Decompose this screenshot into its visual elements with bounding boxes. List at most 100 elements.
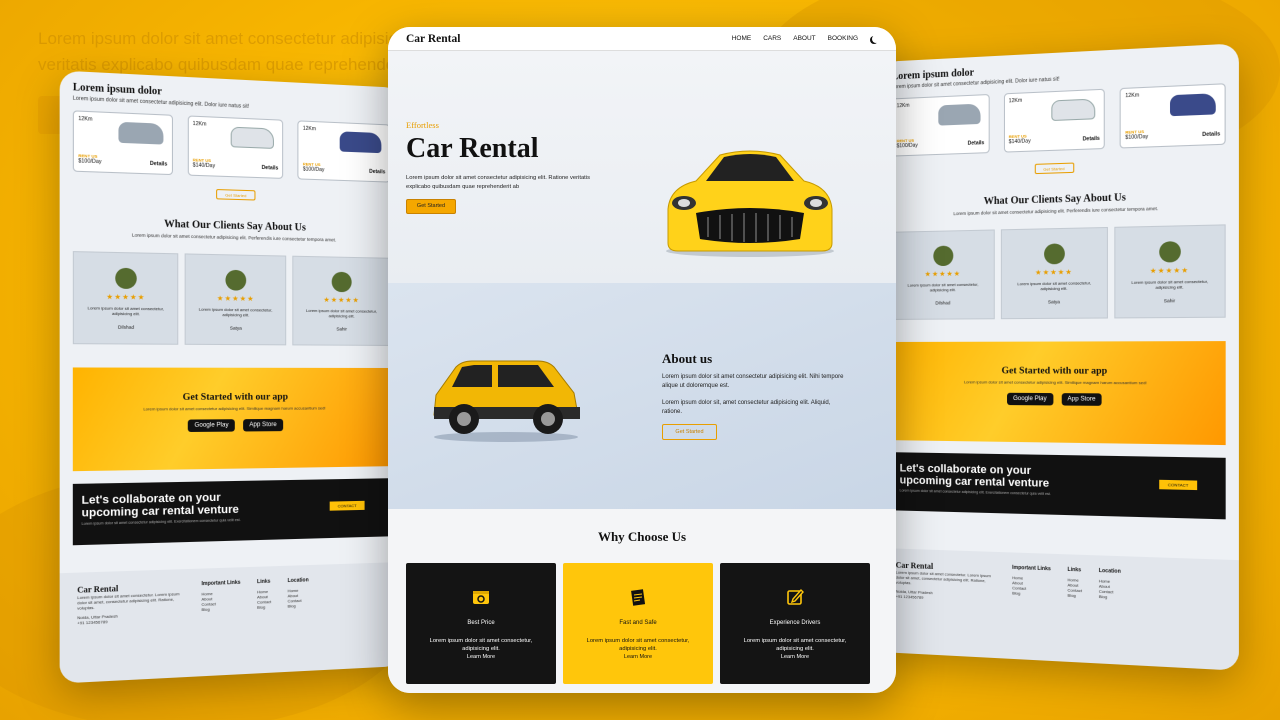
- details-link[interactable]: Details: [1202, 131, 1220, 138]
- about-get-started-button[interactable]: Get Started: [662, 424, 717, 440]
- yellow-suv-image: [433, 360, 580, 442]
- testimonial-card: ★★★★★ Lorem ipsum dolor sit amet consecte…: [891, 229, 995, 320]
- footer-col-title: Important Links: [201, 579, 241, 588]
- wallet-icon: [473, 591, 489, 604]
- nav-cars[interactable]: CARS: [763, 35, 781, 42]
- testimonial-text: Lorem ipsum dolor sit amet consectetur, …: [198, 306, 273, 318]
- nav-about[interactable]: ABOUT: [793, 35, 815, 42]
- car-card[interactable]: 12Km RENT US $140/Day Details: [1003, 88, 1106, 153]
- car-price-value: $100/Day: [78, 158, 102, 166]
- google-play-button[interactable]: Google Play: [1006, 392, 1053, 406]
- contact-button[interactable]: CONTACT: [1159, 479, 1198, 491]
- collab-banner: Let's collaborate on your upcoming car r…: [891, 452, 1226, 520]
- collab-banner: Let's collaborate on your upcoming car r…: [72, 478, 391, 546]
- about-section: About us Lorem ipsum dolor sit amet cons…: [388, 283, 896, 509]
- app-store-button[interactable]: App Store: [243, 418, 283, 432]
- car-price: RENT US $100/Day: [1125, 129, 1148, 141]
- footer-link[interactable]: Blog: [1012, 590, 1051, 597]
- footer-col: Links Home About Contact Blog: [257, 579, 271, 662]
- footer-col-title: Links: [1067, 566, 1082, 574]
- background-headline-line: Lorem ipsum dolor sit amet consectetur a…: [38, 29, 418, 48]
- footer-link[interactable]: Blog: [257, 604, 271, 609]
- details-link[interactable]: Details: [150, 161, 167, 168]
- footer-col: Important Links Home About Contact Blog: [201, 580, 240, 664]
- avatar: [1158, 241, 1181, 263]
- testimonial-text: Lorem ipsum dolor sit amet consectetur, …: [1131, 278, 1209, 290]
- car-card[interactable]: 12Km RENT US $140/Day Details: [187, 115, 284, 179]
- collab-title: Let's collaborate on your upcoming car r…: [899, 462, 1050, 490]
- nav-booking[interactable]: BOOKING: [828, 35, 858, 42]
- details-link[interactable]: Details: [369, 169, 385, 176]
- car-card[interactable]: 12Km RENT US $100/Day Details: [1119, 83, 1226, 149]
- suv-icon: [1170, 93, 1216, 117]
- about-title: About us: [662, 351, 713, 366]
- yellow-sports-car-image: [666, 150, 834, 257]
- details-link[interactable]: Details: [262, 165, 279, 172]
- footer-brand-col: Car Rental Lorem ipsum dolor sit amet co…: [77, 582, 184, 670]
- feature-title: Fast and Safe: [619, 620, 657, 626]
- testimonials: ★★★★★ Lorem ipsum dolor sit amet consecte…: [880, 209, 1239, 320]
- testimonial-text: Lorem ipsum dolor sit amet consectetur, …: [907, 281, 979, 293]
- hero-text: Lorem ipsum dolor sit amet consectetur a…: [406, 175, 590, 190]
- details-link[interactable]: Details: [1083, 136, 1100, 143]
- hero-get-started-button[interactable]: Get Started: [406, 199, 456, 214]
- car-price: RENT US $140/Day: [193, 157, 215, 169]
- testimonial-name: Dilshad: [935, 300, 951, 306]
- main-preview-page: Car Rental HOME CARS ABOUT BOOKING Effor…: [388, 27, 896, 693]
- app-title: Get Started with our app: [1001, 366, 1108, 377]
- testimonial-name: Sahir: [336, 326, 347, 332]
- car-card[interactable]: 12Km RENT US $100/Day Details: [297, 120, 391, 183]
- google-play-button[interactable]: Google Play: [188, 419, 235, 433]
- avatar: [331, 271, 352, 293]
- car-card[interactable]: 12Km RENT US $100/Day Details: [891, 94, 990, 157]
- feature-title: Best Price: [467, 620, 495, 626]
- testimonial-card: ★★★★★ Lorem ipsum dolor sit amet consecte…: [1114, 224, 1226, 319]
- background-headline: Lorem ipsum dolor sit amet consectetur a…: [38, 26, 418, 78]
- feature-title: Experience Drivers: [769, 620, 821, 626]
- footer-brand-text: Lorem ipsum dolor sit amet consectetur. …: [895, 569, 991, 586]
- car-price: RENT US $100/Day: [303, 161, 325, 173]
- avatar: [115, 267, 137, 290]
- footer-link[interactable]: Blog: [1067, 593, 1081, 599]
- feature-text: Lorem ipsum dolor sit amet consectetur, …: [429, 638, 533, 652]
- footer: Car Rental Lorem ipsum dolor sit amet co…: [880, 548, 1239, 671]
- details-link[interactable]: Details: [968, 140, 985, 147]
- footer-link[interactable]: Blog: [288, 603, 309, 608]
- footer-col-title: Important Links: [1012, 564, 1051, 573]
- footer-link[interactable]: Blog: [1099, 594, 1121, 600]
- car-price: RENT US $140/Day: [1009, 133, 1031, 145]
- star-rating: ★★★★★: [216, 295, 255, 304]
- app-store-button[interactable]: App Store: [1061, 393, 1102, 406]
- learn-more-link[interactable]: Learn More: [720, 654, 870, 660]
- footer-link[interactable]: Blog: [201, 605, 240, 613]
- feature-card[interactable]: Experience Drivers Lorem ipsum dolor sit…: [720, 563, 870, 684]
- why-title: Why Choose Us: [597, 529, 687, 544]
- suv-icon: [339, 131, 382, 154]
- feature-card[interactable]: Best Price Lorem ipsum dolor sit amet co…: [406, 563, 556, 684]
- left-preview-panel: Lorem ipsum dolor Lorem ipsum dolor sit …: [59, 70, 402, 684]
- feature-text: Lorem ipsum dolor sit amet consectetur, …: [743, 638, 847, 652]
- feature-card[interactable]: Fast and Safe Lorem ipsum dolor sit amet…: [563, 563, 713, 684]
- moon-icon[interactable]: [872, 35, 880, 43]
- testimonial-name: Satya: [1047, 299, 1060, 305]
- learn-more-link[interactable]: Learn More: [563, 654, 713, 660]
- right-preview-panel: Lorem ipsum dolor Lorem ipsum dolor sit …: [880, 43, 1239, 671]
- learn-more-link[interactable]: Learn More: [406, 654, 556, 660]
- get-started-button[interactable]: Get Started: [1034, 162, 1074, 175]
- car-price-value: $140/Day: [1008, 138, 1031, 146]
- app-banner: Get Started with our app Lorem ipsum dol…: [72, 367, 391, 472]
- footer-brand-text: Lorem ipsum dolor sit amet consectetur. …: [77, 591, 180, 611]
- contact-button[interactable]: CONTACT: [329, 500, 365, 511]
- edit-icon: [787, 588, 804, 605]
- why-cards: Best Price Lorem ipsum dolor sit amet co…: [406, 563, 870, 684]
- why-choose-section: Why Choose Us Best Price Lorem ipsum dol…: [388, 509, 896, 693]
- footer-brand-col: Car Rental Lorem ipsum dolor sit amet co…: [896, 561, 996, 646]
- nav-home[interactable]: HOME: [732, 35, 752, 42]
- car-cards: 12Km RENT US $100/Day Details 12Km RENT U…: [60, 101, 402, 191]
- car-card[interactable]: 12Km RENT US $100/Day Details: [72, 110, 173, 176]
- collab-subtitle: Lorem ipsum dolor sit amet consectetur a…: [899, 488, 1051, 497]
- get-started-button[interactable]: Get Started: [216, 189, 256, 201]
- testimonial-name: Sahir: [1163, 298, 1176, 304]
- footer-col: Links Home About Contact Blog: [1067, 567, 1081, 650]
- site-logo[interactable]: Car Rental: [406, 33, 460, 45]
